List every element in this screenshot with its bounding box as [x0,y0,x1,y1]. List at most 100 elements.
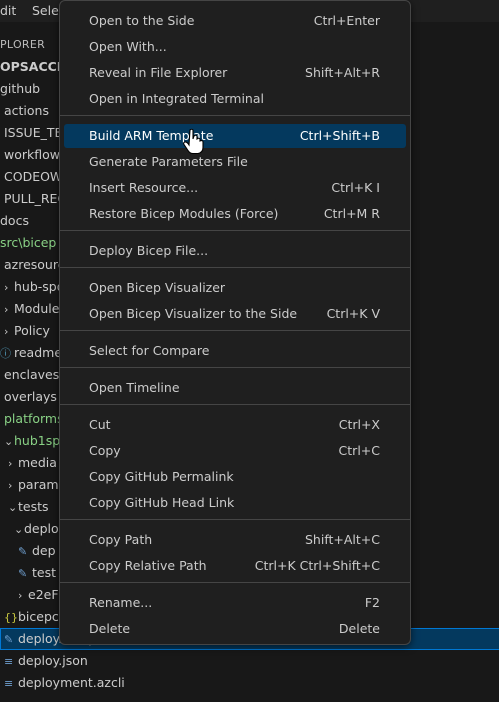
menu-item-shortcut: Shift+Alt+C [304,532,380,547]
menu-item-shortcut: Ctrl+X [338,417,380,432]
menu-separator [60,519,410,520]
file-type-icon: ✎ [4,633,14,646]
context-menu: Open to the Side Ctrl+Enter Open With... Re… [59,0,411,645]
menu-item[interactable]: Open to the Side Ctrl+Enter [64,9,406,33]
chevron-down-icon[interactable]: ⌄ [8,497,18,519]
menu-item[interactable]: Open Bicep Visualizer to the Side Ctrl+K … [64,302,406,326]
menu-item-shortcut: Ctrl+K V [326,306,380,321]
menu-separator [60,230,410,231]
menu-item-label: Copy GitHub Permalink [89,469,234,484]
menu-item-label: Restore Bicep Modules (Force) [89,206,279,221]
menu-item-label: Delete [89,621,131,636]
chevron-right-icon[interactable]: › [8,475,18,497]
tree-item-label: media [18,455,57,470]
menu-item[interactable]: Open Bicep Visualizer [64,276,406,300]
menu-separator [60,115,410,116]
chevron-right-icon[interactable]: › [8,453,18,475]
menu-item[interactable]: Delete Delete [64,617,406,641]
menu-item[interactable]: Insert Resource... Ctrl+K I [64,176,406,200]
menu-item-label: Open Bicep Visualizer [89,280,226,295]
tree-item-label: ISSUE_TE [4,125,63,140]
menu-separator [60,267,410,268]
file-type-icon: ⓘ [0,347,11,360]
menu-item-shortcut: Ctrl+K Ctrl+Shift+C [254,558,380,573]
menu-item-label: Copy GitHub Head Link [89,495,235,510]
menu-separator [60,330,410,331]
tree-item-label: readme [14,345,63,360]
menu-item-label: Select for Compare [89,343,210,358]
file-type-icon: ✎ [18,545,28,558]
tree-item-label: hub-spo [14,279,65,294]
menu-item-shortcut: Ctrl+K I [331,180,380,195]
tree-item-label: actions [4,103,49,118]
explorer-header: PLORER [0,38,46,51]
tree-item-label: deplo [24,521,59,536]
menu-item-label: Open to the Side [89,13,195,28]
tree-item-label: src\bicep [0,235,57,250]
tree-item-label: platforms [4,411,64,426]
menu-item[interactable]: Copy GitHub Permalink [64,465,406,489]
menu-item[interactable]: Copy Relative Path Ctrl+K Ctrl+Shift+C [64,554,406,578]
menu-item-label: Open With... [89,39,167,54]
file-type-icon: {} [4,611,18,624]
menu-item[interactable]: Restore Bicep Modules (Force) Ctrl+M R [64,202,406,226]
menu-item-shortcut: Shift+Alt+R [305,65,380,80]
menu-item[interactable]: Cut Ctrl+X [64,413,406,437]
menu-item[interactable]: Select for Compare [64,339,406,363]
menu-item[interactable]: Open in Integrated Terminal [64,87,406,111]
menu-item-shortcut: Delete [338,621,380,636]
menu-item-label: Copy [89,443,121,458]
file-type-icon: ✎ [18,567,28,580]
tree-item-label: enclaves [4,367,60,382]
menu-edit[interactable]: dit [0,3,16,18]
menu-item-label: Open Timeline [89,380,180,395]
menu-item[interactable]: Deploy Bicep File... [64,239,406,263]
menu-item-label: Generate Parameters File [89,154,248,169]
tree-item-label: azresourc [4,257,65,272]
menu-item[interactable]: Reveal in File Explorer Shift+Alt+R [64,61,406,85]
menu-separator [60,582,410,583]
menu-item-shortcut: Ctrl+C [338,443,380,458]
tree-item-label: bicepc [18,609,59,624]
menu-item-label: Rename... [89,595,153,610]
menu-item-label: Copy Relative Path [89,558,207,573]
tree-item-label: param [18,477,59,492]
menu-item-label: Open Bicep Visualizer to the Side [89,306,298,321]
menu-item[interactable]: Build ARM Template Ctrl+Shift+B [64,124,406,148]
menu-item[interactable]: Copy Path Shift+Alt+C [64,528,406,552]
menu-item[interactable]: Copy Ctrl+C [64,439,406,463]
menu-separator [60,367,410,368]
tree-item-label: tests [18,499,49,514]
menu-item[interactable]: Rename... F2 [64,591,406,615]
tree-item[interactable]: ≡ deployment.azcli [0,672,499,694]
menu-item[interactable]: Open Timeline [64,376,406,400]
menu-item-label: Copy Path [89,532,153,547]
tree-item-label: workflow [4,147,60,162]
chevron-right-icon[interactable]: › [4,277,14,299]
tree-item-label: CODEOW [4,169,63,184]
menu-item-label: Open in Integrated Terminal [89,91,264,106]
tree-item-label: docs [0,213,29,228]
hand-cursor-icon [183,128,204,154]
chevron-down-icon[interactable]: ⌄ [4,431,14,453]
menu-item-label: Insert Resource... [89,180,199,195]
tree-item-label: test [32,565,57,580]
menu-item[interactable]: Generate Parameters File [64,150,406,174]
menu-item-label: Reveal in File Explorer [89,65,228,80]
tree-item-label: e2eF [28,587,59,602]
tree-item[interactable]: ≡ deploy.json [0,650,499,672]
chevron-down-icon[interactable]: ⌄ [14,519,24,541]
tree-item-label: PULL_REQ [4,191,68,206]
menu-item[interactable]: Open With... [64,35,406,59]
chevron-right-icon[interactable]: › [4,321,14,343]
chevron-right-icon[interactable]: › [18,585,28,607]
tree-item-label: github [0,81,41,96]
chevron-right-icon[interactable]: › [4,299,14,321]
file-type-icon: ≡ [4,677,14,690]
menu-item[interactable]: Copy GitHub Head Link [64,491,406,515]
tree-item-label: overlays [4,389,57,404]
menu-item-label: Cut [89,417,111,432]
file-type-icon: ≡ [4,655,14,668]
menu-item-shortcut: Ctrl+Enter [313,13,380,28]
menu-separator [60,404,410,405]
